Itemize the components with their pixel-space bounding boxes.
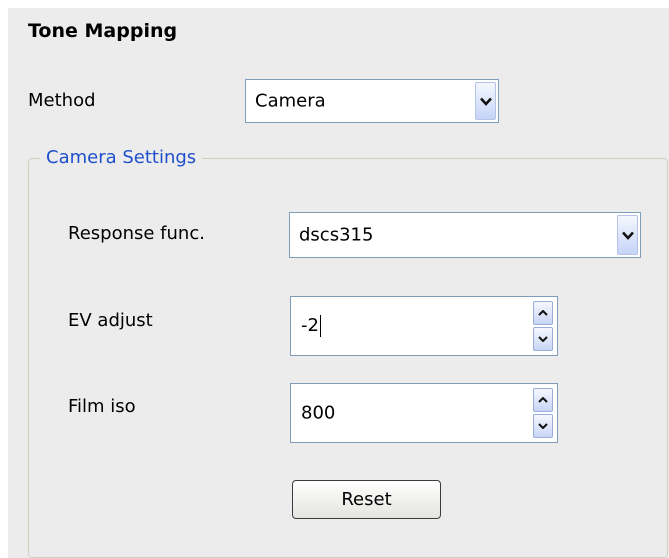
- ev-adjust-value: -2: [301, 315, 319, 336]
- camera-settings-label: Camera Settings: [40, 147, 203, 168]
- section-title: Tone Mapping: [28, 20, 178, 42]
- film-iso-label: Film iso: [68, 396, 136, 417]
- text-cursor: [319, 315, 321, 337]
- film-iso-spinbox[interactable]: 800: [290, 383, 558, 443]
- reset-button[interactable]: Reset: [292, 480, 441, 519]
- response-func-dropdown-button[interactable]: [617, 215, 638, 255]
- chevron-up-icon: [538, 397, 548, 403]
- ev-adjust-decrement-button[interactable]: [533, 327, 553, 351]
- chevron-down-icon: [538, 423, 548, 429]
- film-iso-decrement-button[interactable]: [533, 414, 553, 438]
- chevron-down-icon: [538, 336, 548, 342]
- method-label: Method: [28, 90, 96, 111]
- film-iso-increment-button[interactable]: [533, 388, 553, 412]
- response-func-label: Response func.: [68, 223, 205, 244]
- chevron-up-icon: [538, 310, 548, 316]
- method-dropdown[interactable]: Camera: [245, 79, 499, 123]
- ev-adjust-spinbox[interactable]: -2: [290, 296, 558, 356]
- chevron-down-icon: [621, 231, 634, 240]
- ev-adjust-increment-button[interactable]: [533, 301, 553, 325]
- ev-adjust-label: EV adjust: [68, 310, 153, 331]
- chevron-down-icon: [479, 97, 492, 106]
- response-func-value: dscs315: [299, 224, 374, 246]
- method-value: Camera: [255, 90, 326, 112]
- method-dropdown-button[interactable]: [475, 82, 496, 120]
- film-iso-value: 800: [301, 402, 336, 424]
- response-func-dropdown[interactable]: dscs315: [289, 212, 641, 258]
